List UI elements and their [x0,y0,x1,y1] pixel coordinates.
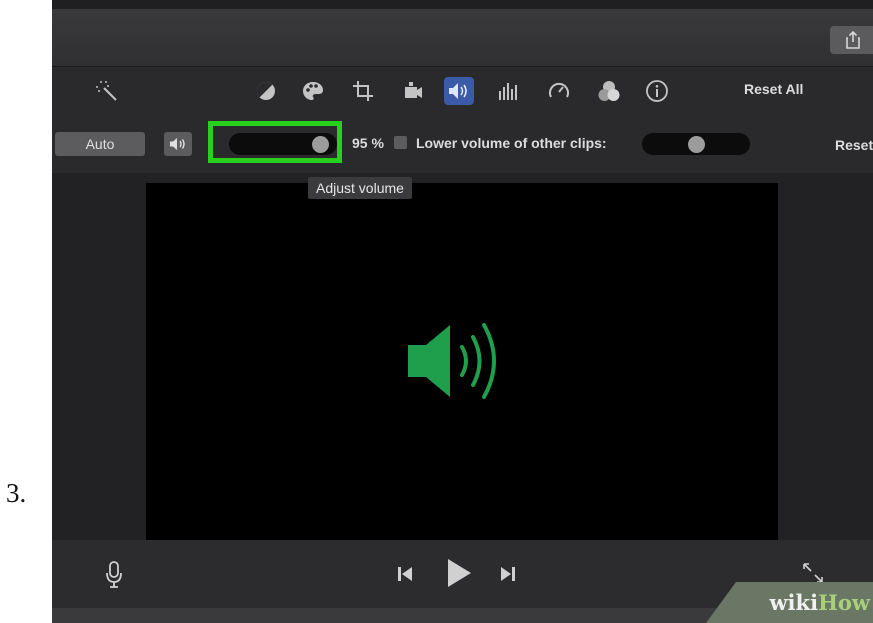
window-top-strip [52,0,873,9]
watermark-wiki: wiki [769,590,819,615]
filter-circles-icon [598,81,620,101]
skip-back-icon [398,567,412,581]
volume-icon [449,83,467,99]
color-balance-button[interactable] [251,77,281,105]
equalizer-icon [499,83,517,100]
video-viewer [146,183,778,540]
equalizer-button[interactable] [494,77,524,105]
stabilization-button[interactable] [398,77,428,105]
lower-volume-label: Lower volume of other clips: [416,135,607,151]
color-balance-icon [256,81,275,100]
reset-all-button[interactable]: Reset All [744,81,803,97]
volume-controls: Auto 95 % Lower volume of other clips: R… [52,117,873,173]
viewer-area [52,173,873,540]
volume-percent: 95 % [352,135,384,151]
magic-wand-icon [96,81,117,101]
title-bar [52,0,873,67]
step-number: 3. [6,478,27,508]
volume-speaker-icon [408,323,496,399]
skip-forward-button[interactable] [497,562,519,586]
mute-button[interactable] [164,132,192,156]
watermark-how: How [818,590,870,615]
color-correction-button[interactable] [298,77,328,105]
color-palette-icon [303,82,323,100]
imovie-window: Reset All Auto 95 % Lower volume of othe… [52,0,873,623]
lower-volume-slider-knob[interactable] [687,135,705,153]
highlight-box [208,121,342,163]
auto-button[interactable]: Auto [55,132,145,156]
microphone-icon [106,561,122,588]
lower-volume-slider[interactable] [642,133,750,155]
speed-button[interactable] [544,77,574,105]
volume-button[interactable] [444,77,474,105]
share-icon [846,31,860,49]
expand-arrows-icon [803,563,823,583]
info-button[interactable] [642,77,672,105]
speaker-icon [170,138,185,150]
crop-button[interactable] [348,77,378,105]
filter-button[interactable] [594,77,624,105]
magic-wand-button[interactable] [92,77,122,105]
play-icon [448,559,471,587]
adjust-volume-tooltip: Adjust volume [308,177,412,199]
lower-volume-checkbox[interactable] [394,136,407,149]
share-button[interactable] [830,26,873,54]
crop-icon [353,81,373,101]
skip-forward-icon [501,567,515,581]
voiceover-button[interactable] [102,558,126,592]
speed-gauge-icon [549,82,569,98]
info-icon [646,80,668,102]
stabilization-camera-icon [405,82,422,98]
skip-back-button[interactable] [394,562,416,586]
reset-button[interactable]: Reset [835,137,873,153]
adjustments-toolbar: Reset All [52,67,873,117]
play-button[interactable] [442,556,476,590]
